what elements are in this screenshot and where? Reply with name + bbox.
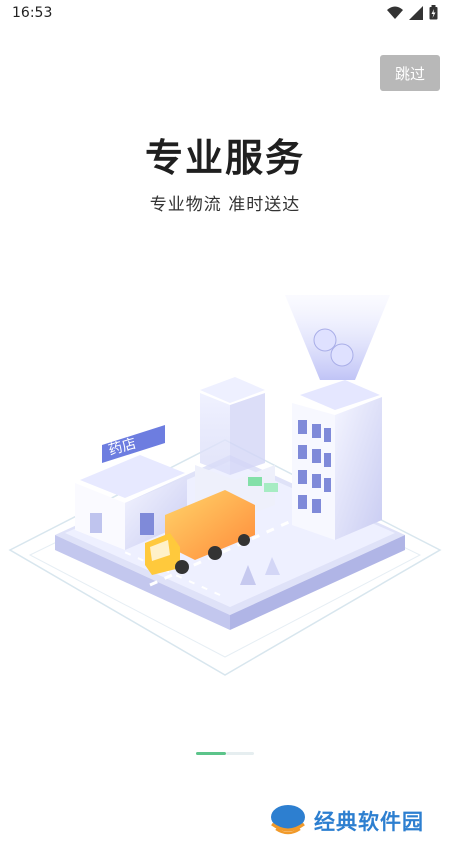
- watermark: 经典软件园: [268, 802, 424, 840]
- page-indicator: [196, 752, 254, 755]
- battery-icon: [429, 5, 438, 20]
- page-subtitle: 专业物流 准时送达: [149, 195, 301, 215]
- logistics-city-illustration: 药店: [0, 285, 450, 705]
- page-indicator-active: [196, 752, 226, 755]
- watermark-logo-icon: [268, 802, 308, 840]
- skip-button[interactable]: 跳过: [380, 55, 440, 91]
- status-time: 16:53: [12, 5, 53, 21]
- signal-icon: [409, 5, 423, 20]
- pharmacy-sign: 药店: [107, 436, 138, 459]
- status-bar: 16:53: [0, 0, 450, 28]
- page-indicator-inactive: [226, 752, 254, 755]
- page-title: 专业服务: [144, 136, 305, 180]
- wifi-icon: [387, 6, 403, 20]
- watermark-text: 经典软件园: [314, 810, 424, 834]
- status-icons: [387, 5, 438, 20]
